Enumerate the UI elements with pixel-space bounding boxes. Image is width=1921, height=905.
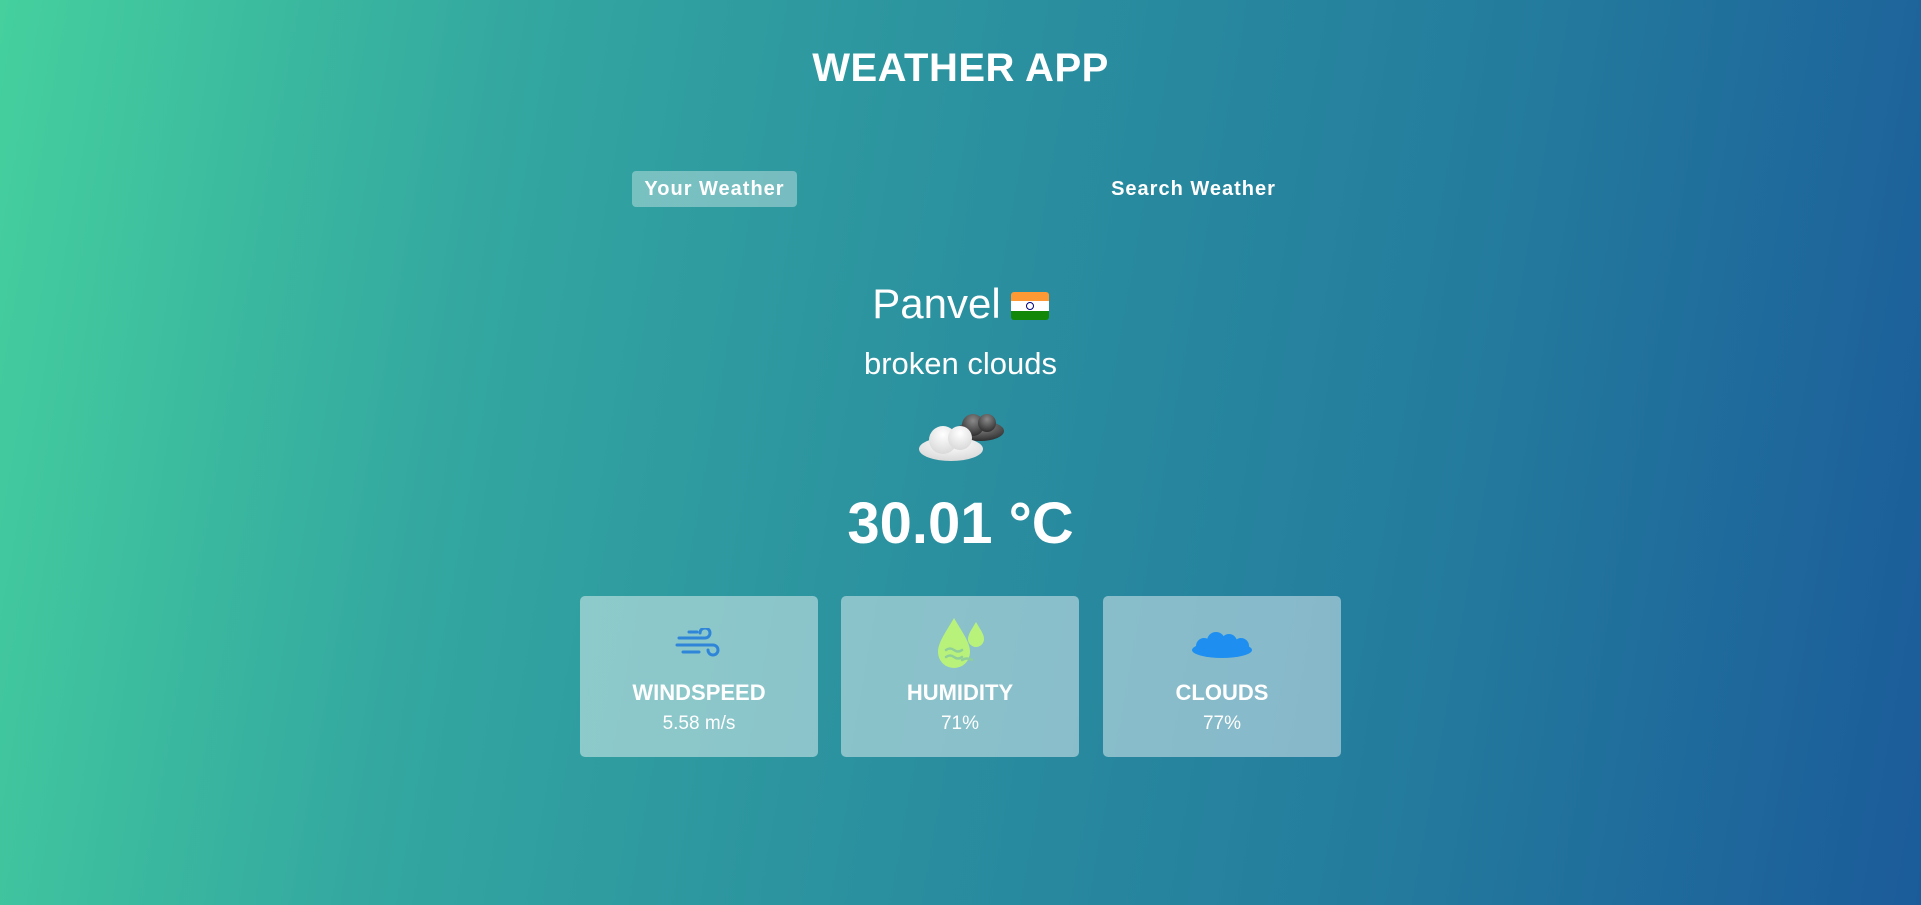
tab-search-weather[interactable]: Search Weather [1101,171,1286,207]
clouds-label: CLOUDS [1175,680,1269,705]
weather-app-page: WEATHER APP Your Weather Search Weather … [0,0,1921,905]
humidity-drops-icon [841,616,1079,672]
weather-description: broken clouds [863,346,1057,381]
humidity-card: HUMIDITY 71% [841,596,1079,757]
location-row: Panvel [0,280,1921,328]
city-name: Panvel [872,280,1001,327]
temperature-value: 30.01 °C [847,491,1074,556]
humidity-value: 71% [940,713,980,734]
flag-india-icon [1010,292,1049,320]
clouds-card: CLOUDS 77% [1103,596,1341,757]
windspeed-value: 5.58 m/s [662,713,736,734]
wind-icon [580,616,818,672]
broken-clouds-icon [915,405,1010,465]
windspeed-card: WINDSPEED 5.58 m/s [580,596,818,757]
clouds-icon [1103,616,1341,672]
app-title: WEATHER APP [812,46,1109,90]
windspeed-label: WINDSPEED [632,680,766,705]
tab-your-weather[interactable]: Your Weather [632,171,797,207]
clouds-value: 77% [1202,713,1242,734]
humidity-label: HUMIDITY [906,680,1014,705]
